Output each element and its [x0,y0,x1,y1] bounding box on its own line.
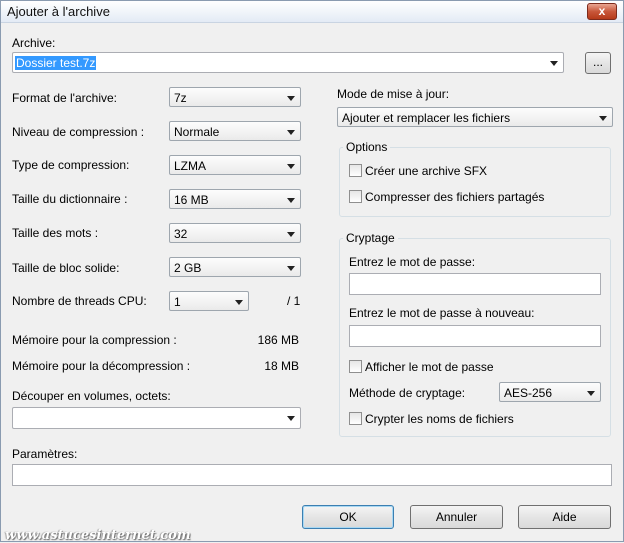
split-volumes-combo[interactable] [12,407,301,429]
window-title: Ajouter à l'archive [7,4,110,19]
chevron-down-icon[interactable] [287,416,295,421]
options-title: Options [343,140,391,154]
close-icon: x [598,4,606,18]
block-select[interactable]: 2 GB [169,257,301,277]
threads-value: 1 [174,295,181,309]
add-to-archive-dialog: Ajouter à l'archive x Archive: Dossier t… [0,0,624,543]
block-label: Taille de bloc solide: [12,261,120,275]
level-label: Niveau de compression : [12,125,145,139]
archive-label: Archive: [12,36,56,50]
mem-decomp-value: 18 MB [264,359,299,373]
sfx-checkbox[interactable] [349,164,362,177]
level-select[interactable]: Normale [169,121,301,141]
encrypt-names-checkbox[interactable] [349,412,362,425]
format-label: Format de l'archive: [12,91,117,105]
archive-path-value: Dossier test.7z [15,56,97,70]
word-label: Taille des mots : [12,226,99,240]
word-value: 32 [174,227,188,241]
show-password-label: Afficher le mot de passe [365,360,494,374]
dict-select[interactable]: 16 MB [169,189,301,209]
chevron-down-icon [287,266,295,271]
params-input[interactable] [12,464,612,486]
chevron-down-icon[interactable] [550,61,558,66]
password-repeat-label: Entrez le mot de passe à nouveau: [349,306,535,320]
threads-label: Nombre de threads CPU: [12,294,147,308]
params-label: Paramètres: [12,447,78,461]
help-button[interactable]: Aide [518,505,611,529]
browse-button[interactable]: ... [585,52,611,74]
encryption-method-value: AES-256 [504,386,553,400]
dict-label: Taille du dictionnaire : [12,192,128,206]
method-label: Type de compression: [12,158,130,172]
block-value: 2 GB [174,261,202,275]
split-label: Découper en volumes, octets: [12,389,171,403]
format-select[interactable]: 7z [169,87,301,107]
options-group [339,147,611,217]
archive-path-combo[interactable]: Dossier test.7z [12,52,564,73]
chevron-down-icon [287,96,295,101]
threads-max: / 1 [287,294,301,308]
encryption-method-label: Méthode de cryptage: [349,386,466,400]
shared-files-checkbox[interactable] [349,190,362,203]
ok-button[interactable]: OK [302,505,394,529]
site-watermark: www.astucesinternet.com [5,528,191,543]
password-label: Entrez le mot de passe: [349,255,476,269]
update-value: Ajouter et remplacer les fichiers [342,111,511,125]
title-bar: Ajouter à l'archive x [1,1,623,23]
word-select[interactable]: 32 [169,223,301,243]
update-mode-select[interactable]: Ajouter et remplacer les fichiers [337,107,613,127]
password-repeat-input[interactable] [349,325,601,347]
method-select[interactable]: LZMA [169,155,301,175]
shared-files-label: Compresser des fichiers partagés [365,190,545,204]
sfx-label: Créer une archive SFX [365,164,488,178]
mem-comp-label: Mémoire pour la compression : [12,333,177,347]
show-password-checkbox[interactable] [349,360,362,373]
cancel-button[interactable]: Annuler [410,505,503,529]
encryption-title: Cryptage [343,231,398,245]
chevron-down-icon [287,198,295,203]
chevron-down-icon [287,232,295,237]
close-button[interactable]: x [587,3,617,20]
format-value: 7z [174,91,187,105]
encryption-method-select[interactable]: AES-256 [499,382,601,402]
chevron-down-icon [287,164,295,169]
chevron-down-icon [287,130,295,135]
chevron-down-icon [235,300,243,305]
chevron-down-icon [599,116,607,121]
encrypt-names-label: Crypter les noms de fichiers [365,412,514,426]
mem-decomp-label: Mémoire pour la décompression : [12,359,191,373]
update-label: Mode de mise à jour: [337,87,450,101]
method-value: LZMA [174,159,207,173]
level-value: Normale [174,125,220,139]
threads-select[interactable]: 1 [169,291,249,311]
password-input[interactable] [349,273,601,295]
mem-comp-value: 186 MB [257,333,299,347]
chevron-down-icon [587,391,595,396]
dict-value: 16 MB [174,193,209,207]
